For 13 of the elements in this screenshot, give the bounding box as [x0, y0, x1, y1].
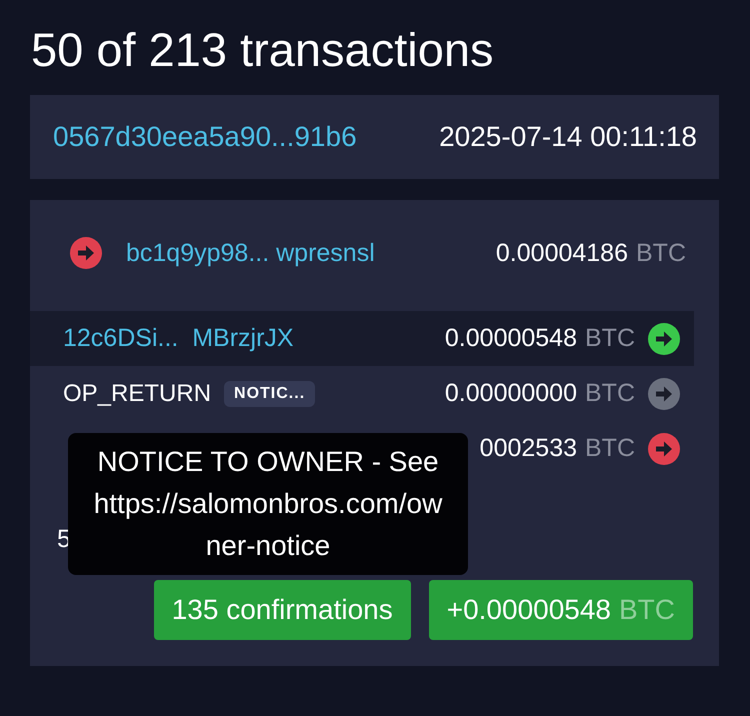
unit-text: BTC — [585, 379, 635, 408]
amount-text: 0.00000548 — [444, 324, 577, 353]
unit-text: BTC — [585, 434, 635, 463]
timestamp-text: 2025-07-14 00:11:18 — [439, 121, 697, 153]
amount-text: 0.00000000 — [444, 379, 577, 408]
fee-rate-text: 5 — [57, 524, 71, 554]
unit-text: BTC — [585, 324, 635, 353]
script-type-label: OP_RETURN — [63, 380, 212, 408]
unit-text: BTC — [636, 238, 686, 268]
notice-tooltip: NOTICE TO OWNER - See https://salomonbros.com/owner-notice — [68, 433, 468, 575]
amount-text: 0.00004186 — [496, 238, 628, 268]
amount-text: 0002533 — [480, 434, 577, 463]
page-title: 50 of 213 transactions — [31, 23, 494, 77]
